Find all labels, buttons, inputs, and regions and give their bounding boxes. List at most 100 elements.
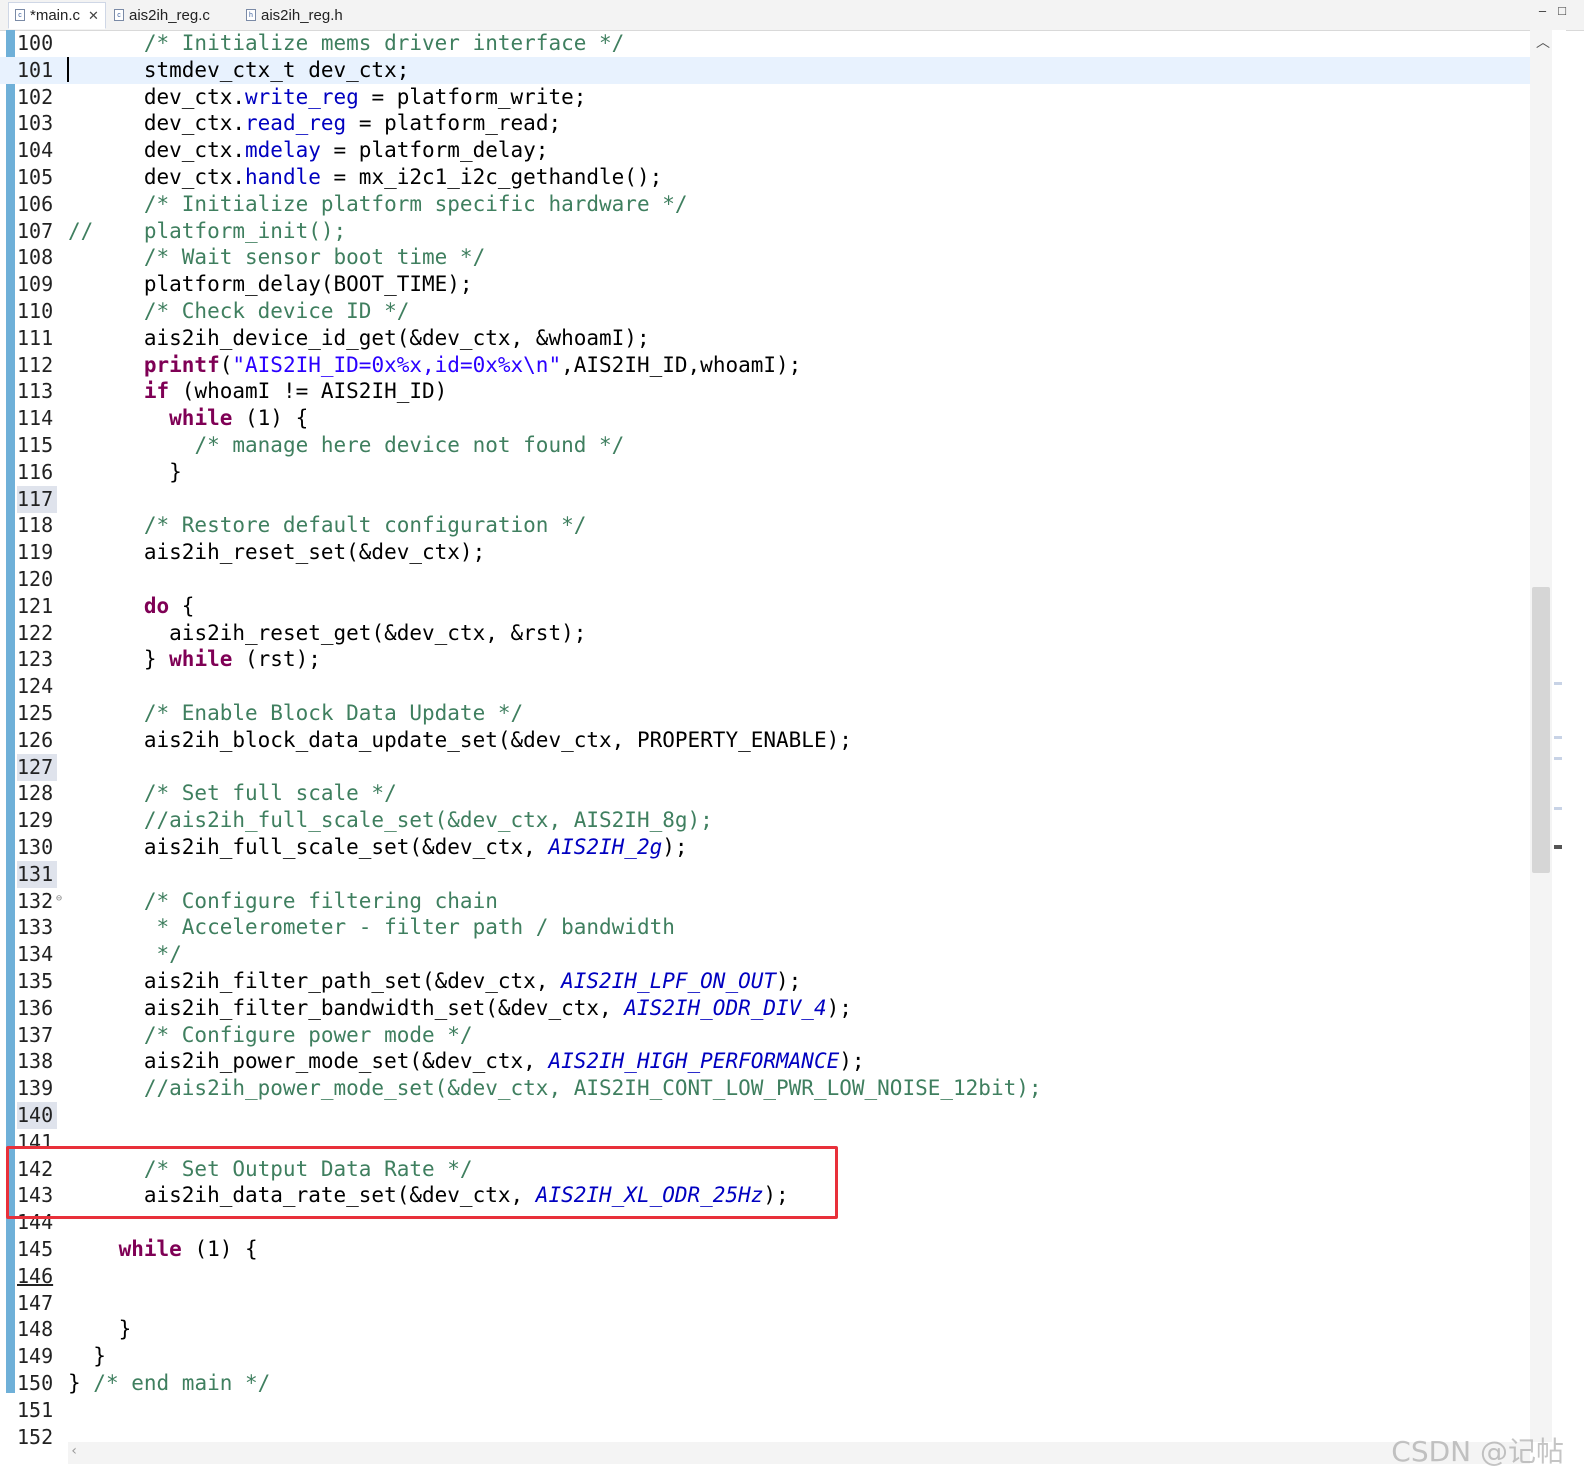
code-line[interactable]: 122 ais2ih_reset_get(&dev_ctx, &rst); [0, 620, 1548, 647]
overview-marker[interactable] [1554, 757, 1562, 760]
code-line[interactable]: 137 /* Configure power mode */ [0, 1022, 1548, 1049]
code-line[interactable]: 150} /* end main */ [0, 1370, 1548, 1397]
code-line[interactable]: 109 platform_delay(BOOT_TIME); [0, 271, 1548, 298]
line-number: 100 [17, 31, 54, 55]
code-line[interactable]: 146 [0, 1263, 1548, 1290]
code-line[interactable]: 111 ais2ih_device_id_get(&dev_ctx, &whoa… [0, 325, 1548, 352]
line-number: 132 [17, 888, 54, 913]
code-line[interactable]: 144 [0, 1209, 1548, 1236]
code-line[interactable]: 104 dev_ctx.mdelay = platform_delay; [0, 137, 1548, 164]
line-number: 133 [17, 915, 54, 940]
code-line[interactable]: 119 ais2ih_reset_set(&dev_ctx); [0, 539, 1548, 566]
code-line[interactable]: 126 ais2ih_block_data_update_set(&dev_ct… [0, 727, 1548, 754]
code-line[interactable]: 142 /* Set Output Data Rate */ [0, 1156, 1548, 1183]
tab-ais2ih-reg-c[interactable]: c ais2ih_reg.c [108, 2, 216, 29]
code-line[interactable]: 135 ais2ih_filter_path_set(&dev_ctx, AIS… [0, 968, 1548, 995]
scroll-up-icon[interactable]: ︿ [1536, 32, 1550, 52]
code-line[interactable]: 131 [0, 860, 1548, 888]
code-line[interactable]: 148 } [0, 1316, 1548, 1343]
line-number: 134 [17, 942, 54, 967]
code-line[interactable]: 128 /* Set full scale */ [0, 780, 1548, 807]
code-text: platform_delay(BOOT_TIME); [68, 271, 473, 298]
code-token: (1) { [181, 1237, 258, 1261]
code-line[interactable]: 136 ais2ih_filter_bandwidth_set(&dev_ctx… [0, 995, 1548, 1022]
scrollbar-thumb[interactable] [1532, 587, 1550, 873]
code-line[interactable]: 147 [0, 1290, 1548, 1317]
code-line[interactable]: 123 } while (rst); [0, 646, 1548, 673]
line-number: 126 [17, 727, 54, 752]
tab-main-c[interactable]: c *main.c ✕ [8, 2, 106, 29]
code-token: } [68, 1371, 94, 1395]
scroll-left-icon[interactable]: ‹ [70, 1443, 78, 1459]
code-line[interactable]: 129 //ais2ih_full_scale_set(&dev_ctx, AI… [0, 807, 1548, 834]
code-line[interactable]: 133 * Accelerometer - filter path / band… [0, 914, 1548, 941]
code-line[interactable]: 132 ⊖ /* Configure filtering chain [0, 888, 1548, 915]
code-text: /* Initialize mems driver interface */ [68, 30, 624, 57]
tab-ais2ih-reg-h[interactable]: h ais2ih_reg.h [240, 2, 349, 29]
code-text: ais2ih_filter_bandwidth_set(&dev_ctx, AI… [68, 995, 852, 1022]
code-token: platform_delay(BOOT_TIME); [143, 272, 473, 297]
line-number: 127 [17, 753, 57, 781]
code-text: ais2ih_power_mode_set(&dev_ctx, AIS2IH_H… [68, 1048, 865, 1075]
code-line[interactable]: 149 } [0, 1343, 1548, 1370]
code-line[interactable]: 151 [0, 1397, 1548, 1424]
code-line[interactable]: 139 //ais2ih_power_mode_set(&dev_ctx, AI… [0, 1075, 1548, 1102]
code-line[interactable]: 100 /* Initialize mems driver interface … [0, 30, 1548, 57]
code-text: //ais2ih_full_scale_set(&dev_ctx, AIS2IH… [68, 807, 713, 834]
overview-ruler[interactable] [1552, 30, 1566, 1442]
line-number: 114 [17, 406, 54, 431]
code-text: ais2ih_block_data_update_set(&dev_ctx, P… [68, 727, 852, 754]
code-line[interactable]: 113 if (whoamI != AIS2IH_ID) [0, 378, 1548, 405]
code-line[interactable]: 101 stmdev_ctx_t dev_ctx; [0, 56, 1548, 84]
c-file-icon: c [15, 8, 25, 21]
code-line[interactable]: 120 [0, 566, 1548, 593]
code-line[interactable]: 121 do { [0, 593, 1548, 620]
overview-marker[interactable] [1554, 807, 1562, 810]
code-line[interactable]: 107 // platform_init(); [0, 218, 1548, 245]
code-token: } [143, 647, 170, 672]
code-line[interactable]: 115 /* manage here device not found */ [0, 432, 1548, 459]
overview-marker[interactable] [1554, 736, 1562, 739]
c-file-icon: c [114, 8, 124, 21]
code-line[interactable]: 112 printf("AIS2IH_ID=0x%x,id=0x%x\n",AI… [0, 352, 1548, 379]
code-line[interactable]: 127 [0, 753, 1548, 781]
line-number: 135 [17, 969, 54, 993]
code-text: } [68, 1316, 132, 1343]
overview-marker[interactable] [1554, 682, 1562, 685]
code-line[interactable]: 103 dev_ctx.read_reg = platform_read; [0, 110, 1548, 137]
code-editor[interactable]: 100 /* Initialize mems driver interface … [0, 30, 1548, 1464]
line-number: 144 [17, 1210, 54, 1235]
code-line[interactable]: 105 dev_ctx.handle = mx_i2c1_i2c_gethand… [0, 164, 1548, 191]
code-line[interactable]: 143 ais2ih_data_rate_set(&dev_ctx, AIS2I… [0, 1182, 1548, 1209]
code-line[interactable]: 140 [0, 1102, 1548, 1129]
code-line[interactable]: 117 [0, 485, 1548, 513]
code-line[interactable]: 110 /* Check device ID */ [0, 298, 1548, 325]
code-line[interactable]: 116 } [0, 459, 1548, 486]
code-line[interactable]: 138 ais2ih_power_mode_set(&dev_ctx, AIS2… [0, 1048, 1548, 1075]
horizontal-scrollbar[interactable]: ‹ [68, 1442, 1530, 1464]
code-line[interactable]: 125 /* Enable Block Data Update */ [0, 700, 1548, 727]
line-number: 111 [17, 325, 54, 350]
code-line[interactable]: 118 /* Restore default configuration */ [0, 512, 1548, 539]
vertical-scrollbar[interactable]: ︿ [1530, 30, 1552, 1442]
code-line[interactable]: 102 dev_ctx.write_reg = platform_write; [0, 84, 1548, 111]
line-number: 150 [17, 1371, 54, 1395]
text-caret [67, 57, 69, 82]
fold-toggle-icon[interactable]: ⊖ [56, 893, 62, 904]
close-icon[interactable]: ✕ [88, 8, 99, 24]
code-token: ais2ih_data_rate_set(&dev_ctx, [143, 1183, 536, 1208]
code-token: /* Set Output Data Rate */ [143, 1156, 473, 1181]
code-line[interactable]: 130 ais2ih_full_scale_set(&dev_ctx, AIS2… [0, 834, 1548, 861]
code-line[interactable]: 114 while (1) { [0, 405, 1548, 432]
minimize-button[interactable]: – [1539, 3, 1546, 18]
code-line[interactable]: 106 /* Initialize platform specific hard… [0, 191, 1548, 218]
code-line[interactable]: 124 [0, 673, 1548, 700]
code-line[interactable]: 108 /* Wait sensor boot time */ [0, 244, 1548, 271]
code-line[interactable]: 134 */ [0, 941, 1548, 968]
overview-marker[interactable] [1554, 845, 1562, 849]
code-line[interactable]: 141 [0, 1129, 1548, 1156]
maximize-button[interactable]: □ [1558, 3, 1566, 18]
code-line[interactable]: 145 while (1) { [0, 1236, 1548, 1263]
